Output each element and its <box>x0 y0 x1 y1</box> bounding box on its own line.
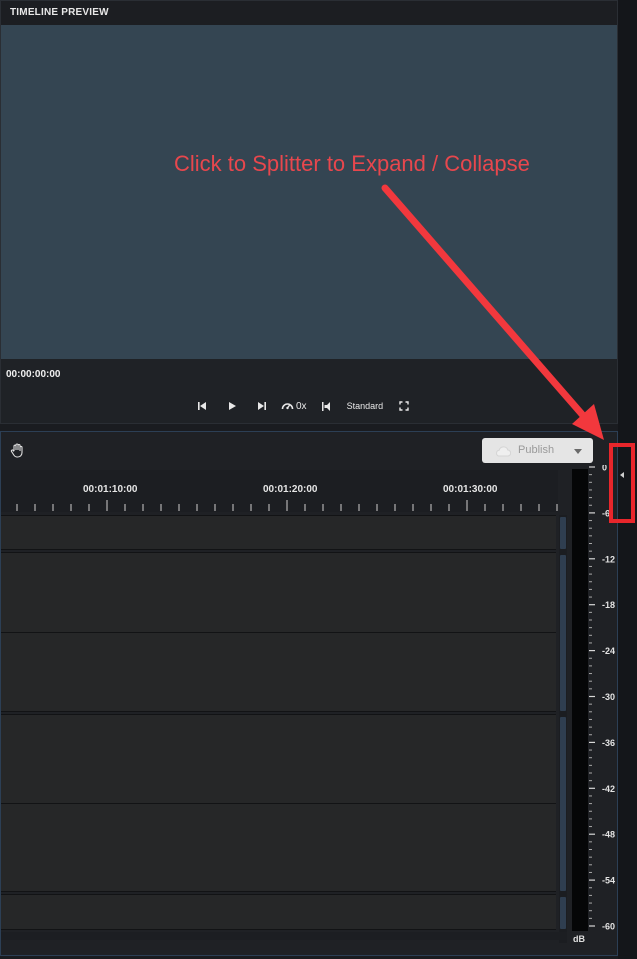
meter-scale-label: -24 <box>602 646 615 656</box>
meter-unit-label: dB <box>573 934 585 944</box>
scroll-segment[interactable] <box>560 717 566 891</box>
meter-scale-label: 0 <box>602 465 607 473</box>
quality-label: Standard <box>346 401 384 411</box>
scroll-segment[interactable] <box>560 555 566 711</box>
speed-gauge-icon <box>281 400 294 412</box>
skip-forward-icon <box>257 401 267 411</box>
track-divider <box>1 803 556 804</box>
preview-title: TIMELINE PREVIEW <box>10 7 109 18</box>
splitter-highlight-box <box>609 443 635 523</box>
scroll-segment[interactable] <box>560 517 566 549</box>
time-ruler[interactable]: 00:01:10:00 00:01:20:00 00:01:30:00 <box>1 470 558 512</box>
vertical-scrollbar[interactable] <box>559 515 567 943</box>
skip-back-icon <box>197 401 207 411</box>
playback-controls: 0x Standard <box>193 397 409 415</box>
volume-button[interactable] <box>321 397 333 415</box>
meter-scale-label: -36 <box>602 738 615 748</box>
meter-scale: 0-6-12-18-24-30-36-42-48-54-60 <box>589 465 615 932</box>
publish-button[interactable]: Publish <box>482 438 593 463</box>
track-row[interactable] <box>1 894 556 930</box>
skip-back-button[interactable] <box>193 397 211 415</box>
meter-scale-label: -60 <box>602 922 615 932</box>
fullscreen-button[interactable] <box>399 397 409 415</box>
speed-button[interactable]: 0x <box>281 397 307 415</box>
track-area[interactable] <box>1 515 558 943</box>
hand-tool-button[interactable] <box>10 443 24 463</box>
track-divider <box>1 632 556 633</box>
scroll-segment[interactable] <box>560 897 566 929</box>
meter-scale-label: -48 <box>602 830 615 840</box>
meter-scale-label: -54 <box>602 876 615 886</box>
speed-label: 0x <box>296 400 307 412</box>
meter-scale-label: -42 <box>602 784 615 794</box>
annotation-text: Click to Splitter to Expand / Collapse <box>174 151 530 176</box>
volume-icon <box>321 401 333 412</box>
timeline-preview-panel: TIMELINE PREVIEW 00:00:00:00 0x Standard <box>0 0 618 424</box>
quality-selector[interactable]: Standard <box>347 397 384 415</box>
track-row[interactable] <box>1 552 556 712</box>
meter-scale-label: -18 <box>602 600 615 610</box>
ruler-label: 00:01:30:00 <box>443 484 498 495</box>
upload-icon <box>495 444 512 462</box>
track-row[interactable] <box>1 714 556 892</box>
hand-icon <box>10 443 24 462</box>
fullscreen-icon <box>399 401 409 411</box>
ruler-label: 00:01:10:00 <box>83 484 138 495</box>
meter-scale-label: -30 <box>602 692 615 702</box>
play-icon <box>227 401 237 411</box>
preview-timecode: 00:00:00:00 <box>6 369 61 380</box>
play-button[interactable] <box>223 397 241 415</box>
track-row[interactable] <box>1 515 556 550</box>
meter-scale-label: -12 <box>602 554 615 564</box>
caret-down-icon[interactable] <box>574 449 582 454</box>
skip-forward-button[interactable] <box>253 397 271 415</box>
horizontal-scrollbar[interactable] <box>1 932 567 940</box>
timeline-toolbar: Publish <box>1 432 617 468</box>
publish-label: Publish <box>518 444 555 456</box>
preview-header: TIMELINE PREVIEW <box>1 1 617 25</box>
ruler-ticks <box>16 500 558 511</box>
ruler-label: 00:01:20:00 <box>263 484 318 495</box>
preview-screen[interactable] <box>1 25 617 359</box>
audio-level-meter <box>572 469 588 931</box>
timeline-panel: Publish 00:01:10:00 00:01:20:00 00:01:30… <box>0 431 618 956</box>
